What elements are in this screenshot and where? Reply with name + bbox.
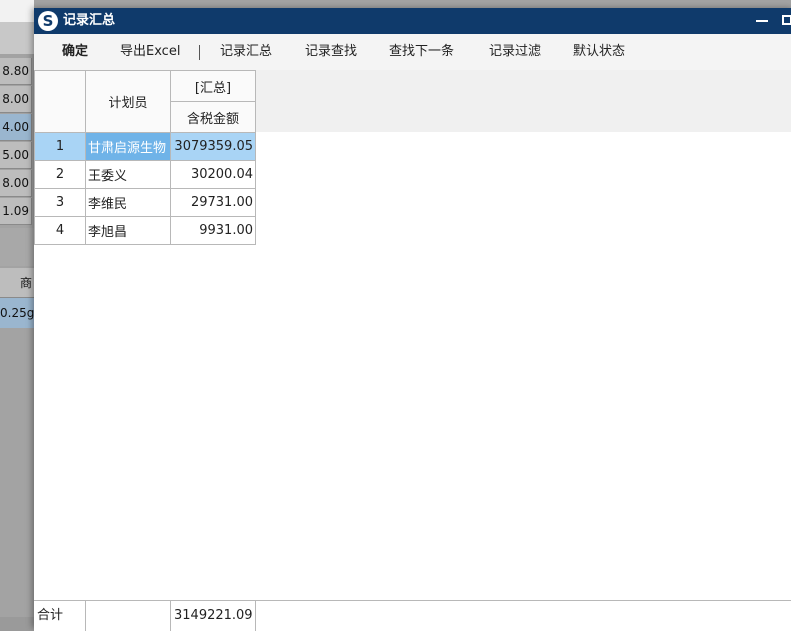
background-cell[interactable]: 8.80 [0, 58, 32, 85]
amount-cell[interactable]: 30200.04 [170, 160, 256, 189]
background-cell[interactable]: 5.00 [0, 142, 32, 169]
table-row[interactable]: 2 王委义 30200.04 [34, 160, 256, 189]
total-amount: 3149221.09 [171, 601, 256, 631]
table-row[interactable]: 3 李维民 29731.00 [34, 188, 256, 217]
background-cell[interactable]: 8.00 [0, 170, 32, 197]
dialog-title: 记录汇总 [63, 13, 116, 28]
summary-button[interactable]: 记录汇总 [220, 34, 272, 70]
table-row[interactable]: 4 李旭昌 9931.00 [34, 216, 256, 245]
row-number[interactable]: 3 [34, 188, 86, 217]
group-header[interactable]: [汇总] [170, 70, 256, 102]
dialog-titlebar[interactable]: S 记录汇总 [34, 8, 791, 34]
toolbar-separator [199, 45, 200, 60]
confirm-button[interactable]: 确定 [62, 34, 88, 70]
row-number-header[interactable] [34, 70, 86, 133]
minimize-icon[interactable] [756, 20, 768, 22]
table-row[interactable]: 1 甘肃启源生物 3079359.05 [34, 132, 256, 161]
filter-button[interactable]: 记录过滤 [489, 34, 541, 70]
row-number[interactable]: 4 [34, 216, 86, 245]
background-toolbar-area [0, 22, 34, 54]
row-number[interactable]: 2 [34, 160, 86, 189]
summary-dialog: S 记录汇总 确定 导出Excel 记录汇总 记录查找 查找下一条 记录过滤 默… [34, 8, 791, 631]
totals-row: 合计 3149221.09 [34, 600, 791, 631]
background-cell[interactable]: 4.00 [0, 114, 32, 141]
planner-cell[interactable]: 李旭昌 [85, 216, 171, 245]
dialog-toolbar: 确定 导出Excel 记录汇总 记录查找 查找下一条 记录过滤 默认状态 [34, 34, 791, 70]
total-planner-cell [86, 601, 171, 631]
background-cell[interactable]: 1.09 [0, 198, 32, 225]
amount-cell[interactable]: 29731.00 [170, 188, 256, 217]
find-next-button[interactable]: 查找下一条 [389, 34, 454, 70]
background-column-header[interactable]: 商 [0, 268, 34, 298]
background-title-area [0, 0, 34, 22]
planner-cell[interactable]: 王委义 [85, 160, 171, 189]
planner-column-header[interactable]: 计划员 [85, 70, 171, 133]
app-logo-icon: S [38, 11, 58, 31]
background-divider [0, 228, 34, 266]
planner-cell[interactable]: 甘肃启源生物 [85, 132, 171, 161]
row-number[interactable]: 1 [34, 132, 86, 161]
planner-cell[interactable]: 李维民 [85, 188, 171, 217]
amount-cell[interactable]: 3079359.05 [170, 132, 256, 161]
background-cell[interactable]: 8.00 [0, 86, 32, 113]
amount-column-header[interactable]: 含税金额 [170, 101, 256, 133]
summary-table: 计划员 [汇总] 含税金额 1 甘肃启源生物 3079359.05 2 王委义 … [34, 70, 256, 245]
export-excel-button[interactable]: 导出Excel [120, 34, 180, 70]
find-button[interactable]: 记录查找 [305, 34, 357, 70]
default-state-button[interactable]: 默认状态 [573, 34, 625, 70]
amount-cell[interactable]: 9931.00 [170, 216, 256, 245]
total-label: 合计 [34, 601, 86, 631]
background-cell[interactable]: 0.25g [0, 298, 34, 328]
maximize-icon[interactable] [782, 15, 791, 25]
